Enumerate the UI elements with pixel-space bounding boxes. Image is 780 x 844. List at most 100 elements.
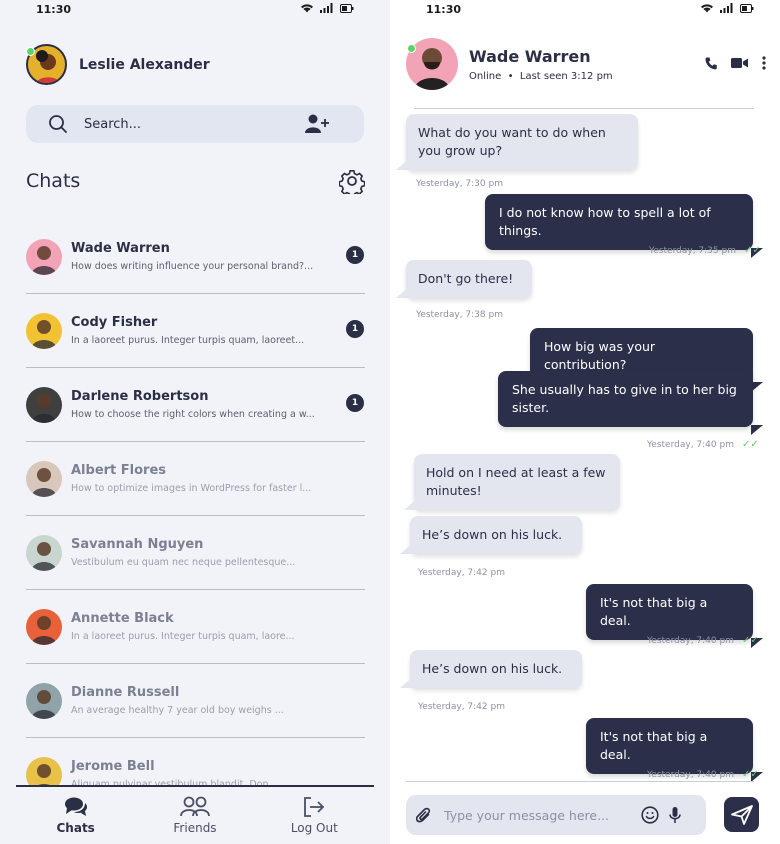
chat-list-item[interactable]: Cody Fisher In a laoreet purus. Integer t… (26, 294, 365, 368)
chat-preview: In a laoreet purus. Integer turpis quam,… (71, 631, 295, 642)
send-icon (730, 804, 753, 825)
unread-badge: 1 (346, 320, 364, 338)
unread-badge: 1 (346, 246, 364, 264)
chat-preview: How does writing influence your personal… (71, 261, 314, 272)
chat-list-item[interactable]: Albert Flores How to optimize images in W… (26, 442, 365, 516)
chat-preview: In a laoreet purus. Integer turpis quam,… (71, 335, 305, 346)
status-time: 11:30 (36, 3, 72, 16)
incoming-message[interactable]: What do you want to do when you grow up? (396, 114, 638, 170)
chat-list-item[interactable]: Annette Black In a laoreet purus. Integer… (26, 590, 365, 664)
bottom-nav: Chats Friends Log Out (16, 785, 374, 844)
mic-icon[interactable] (669, 806, 681, 824)
chat-name: Jerome Bell (71, 759, 155, 774)
chat-list-screen: 11:30 Leslie Alexander Chats Wade Warren… (0, 0, 390, 844)
timestamp-text: Yesterday, 7:42 pm (418, 702, 505, 712)
message-timestamp: Yesterday, 7:42 pm (418, 702, 505, 712)
timestamp-text: Yesterday, 7:38 pm (416, 310, 503, 320)
message-timestamp: Yesterday, 7:35 pm ✓✓ (649, 245, 761, 256)
chat-preview: How to optimize images in WordPress for … (71, 483, 312, 494)
nav-chats[interactable]: Chats (16, 787, 135, 844)
nav-friends[interactable]: Friends (135, 787, 254, 844)
avatar (26, 682, 62, 719)
contact-name: Wade Warren (469, 46, 591, 66)
chat-preview: An average healthy 7 year old boy weighs… (71, 705, 284, 716)
emoji-icon[interactable] (641, 806, 659, 824)
unread-badge: 1 (346, 394, 364, 412)
chat-icon (64, 797, 87, 816)
add-user-icon[interactable] (304, 113, 330, 135)
logout-icon (304, 797, 325, 817)
paperclip-icon[interactable] (416, 806, 432, 824)
outgoing-message[interactable]: She usually has to give in to her big si… (498, 371, 763, 435)
incoming-message[interactable]: Hold on I need at least a few minutes! (404, 454, 620, 510)
message-input[interactable] (444, 807, 634, 823)
timestamp-text: Yesterday, 7:30 pm (416, 179, 503, 189)
online-indicator (26, 47, 35, 56)
chat-name: Albert Flores (71, 463, 167, 478)
chat-list-item[interactable]: Dianne Russell An average healthy 7 year … (26, 664, 365, 738)
incoming-message[interactable]: Don't go there! (396, 260, 532, 298)
message-timestamp: Yesterday, 7:30 pm (416, 179, 503, 189)
header-divider (414, 108, 754, 109)
incoming-message[interactable]: He’s down on his luck. (400, 650, 582, 688)
chat-list-item[interactable]: Savannah Nguyen Vestibulum eu quam nec ne… (26, 516, 365, 590)
phone-icon[interactable] (705, 57, 717, 70)
chat-preview: Vestibulum eu quam nec neque pellentesqu… (71, 557, 296, 568)
battery-icon (340, 3, 354, 13)
chat-list-item[interactable]: Darlene Robertson How to choose the right… (26, 368, 365, 442)
signal-icon (320, 3, 333, 13)
outgoing-message[interactable]: I do not know how to spell a lot of thin… (485, 194, 763, 258)
avatar (26, 386, 62, 423)
signal-icon (720, 3, 733, 13)
status-bar: 11:30 (390, 0, 780, 20)
status-time: 11:30 (426, 3, 462, 16)
search-bar (26, 105, 364, 143)
chat-name: Darlene Robertson (71, 389, 209, 404)
read-check-icon: ✓✓ (741, 635, 759, 646)
outgoing-message[interactable]: It's not that big a deal. (586, 718, 763, 782)
avatar (26, 608, 62, 645)
chat-name: Dianne Russell (71, 685, 180, 700)
timestamp-text: Yesterday, 7:42 pm (418, 568, 505, 578)
last-seen: Last seen 3:12 pm (519, 70, 613, 82)
friends-icon (180, 796, 210, 817)
status-icons (700, 3, 754, 13)
chat-name: Cody Fisher (71, 315, 158, 330)
nav-chats-label: Chats (56, 821, 95, 835)
avatar (26, 534, 62, 571)
chat-name: Savannah Nguyen (71, 537, 204, 552)
message-timestamp: Yesterday, 7:40 pm ✓✓ (647, 769, 759, 780)
message-timestamp: Yesterday, 7:40 pm ✓✓ (647, 439, 759, 450)
avatar (26, 460, 62, 497)
more-icon[interactable] (762, 56, 766, 70)
send-button[interactable] (724, 797, 759, 832)
status-bar: 11:30 (0, 0, 390, 20)
chats-heading: Chats (26, 170, 81, 192)
message-composer (406, 795, 706, 835)
my-name: Leslie Alexander (79, 56, 210, 73)
my-profile[interactable]: Leslie Alexander (26, 44, 210, 85)
nav-logout-label: Log Out (290, 821, 338, 835)
outgoing-message[interactable]: It's not that big a deal. (586, 584, 763, 648)
chat-name: Annette Black (71, 611, 174, 626)
read-check-icon: ✓✓ (741, 439, 759, 450)
search-input[interactable] (84, 116, 294, 132)
nav-friends-label: Friends (173, 821, 217, 835)
status-icons (300, 3, 354, 13)
avatar (26, 312, 62, 349)
message-timestamp: Yesterday, 7:40 pm ✓✓ (647, 635, 759, 646)
header-actions (705, 56, 766, 70)
wifi-icon (301, 4, 313, 13)
nav-logout[interactable]: Log Out (255, 787, 374, 844)
message-timestamp: Yesterday, 7:38 pm (416, 310, 503, 320)
chat-name: Wade Warren (71, 241, 170, 256)
incoming-message[interactable]: He’s down on his luck. (400, 516, 582, 554)
chat-list-item[interactable]: Wade Warren How does writing influence yo… (26, 220, 365, 294)
online-status: Online (469, 70, 502, 82)
timestamp-text: Yesterday, 7:35 pm (649, 246, 736, 256)
chat-preview: How to choose the right colors when crea… (71, 409, 315, 420)
battery-icon (740, 3, 754, 13)
gear-icon[interactable] (339, 168, 365, 194)
video-icon[interactable] (731, 57, 748, 69)
read-check-icon: ✓✓ (741, 769, 759, 780)
